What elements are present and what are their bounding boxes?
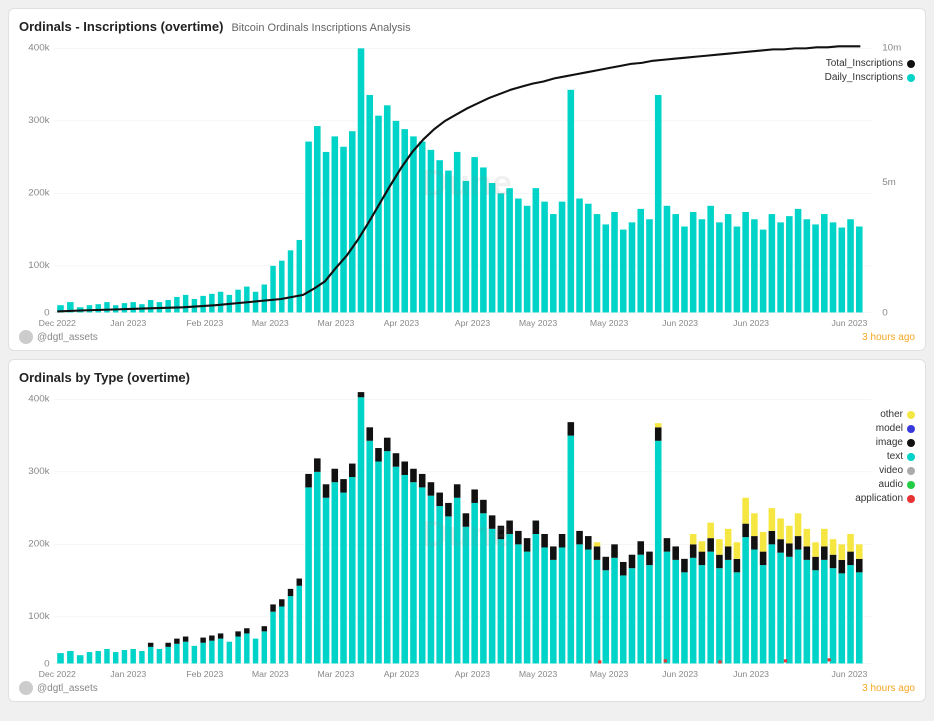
- svg-text:Apr 2023: Apr 2023: [384, 318, 420, 328]
- legend-label-other: other: [880, 409, 903, 420]
- svg-text:May 2023: May 2023: [519, 669, 558, 679]
- chart2-area: Dune other model image text video: [19, 389, 915, 679]
- svg-text:Jan 2023: Jan 2023: [110, 669, 146, 679]
- svg-text:400k: 400k: [28, 43, 50, 54]
- svg-text:Feb 2023: Feb 2023: [186, 318, 223, 328]
- svg-text:Jan 2023: Jan 2023: [110, 318, 146, 328]
- svg-text:Jun 2023: Jun 2023: [831, 318, 867, 328]
- chart1-subtitle: Bitcoin Ordinals Inscriptions Analysis: [231, 22, 410, 34]
- chart1-attribution-text: @dgtl_assets: [37, 332, 98, 343]
- chart1-header: Ordinals - Inscriptions (overtime) Bitco…: [19, 19, 915, 34]
- legend-label-model: model: [876, 423, 903, 434]
- chart1-svg: 400k 300k 200k 100k 0 10m 5m 0: [19, 38, 915, 328]
- legend-dot-video: [907, 467, 915, 475]
- legend-label-video: video: [879, 465, 903, 476]
- svg-text:Dec 2022: Dec 2022: [39, 318, 77, 328]
- legend-item-daily: Daily_Inscriptions: [825, 72, 915, 83]
- chart2-svg: 400k 300k 200k 100k 0: [19, 389, 915, 679]
- svg-text:Jun 2023: Jun 2023: [733, 669, 769, 679]
- svg-text:Apr 2023: Apr 2023: [455, 669, 491, 679]
- legend-label-text: text: [887, 451, 903, 462]
- chart1-time-ago: 3 hours ago: [862, 332, 915, 343]
- svg-text:Mar 2023: Mar 2023: [317, 669, 354, 679]
- chart1-footer: @dgtl_assets 3 hours ago: [19, 330, 915, 344]
- svg-text:0: 0: [44, 308, 49, 319]
- attribution-icon1: [19, 330, 33, 344]
- svg-text:Apr 2023: Apr 2023: [384, 669, 420, 679]
- svg-text:200k: 200k: [28, 188, 50, 199]
- legend-dot-image: [907, 439, 915, 447]
- chart1-title: Ordinals - Inscriptions (overtime): [19, 19, 223, 34]
- legend-label-daily: Daily_Inscriptions: [825, 72, 903, 83]
- chart2-attribution: @dgtl_assets: [19, 681, 98, 695]
- legend-dot-other: [907, 411, 915, 419]
- svg-text:Jun 2023: Jun 2023: [662, 318, 698, 328]
- attribution-icon2: [19, 681, 33, 695]
- chart2-attribution-text: @dgtl_assets: [37, 683, 98, 694]
- svg-text:10m: 10m: [882, 43, 901, 54]
- svg-text:400k: 400k: [28, 394, 50, 405]
- svg-text:Jun 2023: Jun 2023: [831, 669, 867, 679]
- svg-text:Mar 2023: Mar 2023: [317, 318, 354, 328]
- legend-item-application: application: [855, 493, 915, 504]
- legend-label-audio: audio: [879, 479, 903, 490]
- legend-dot-application: [907, 495, 915, 503]
- svg-text:May 2023: May 2023: [590, 669, 629, 679]
- svg-text:200k: 200k: [28, 539, 50, 550]
- legend-dot-model: [907, 425, 915, 433]
- svg-text:0: 0: [882, 308, 887, 319]
- chart2-title: Ordinals by Type (overtime): [19, 370, 190, 385]
- legend-label-total: Total_Inscriptions: [826, 58, 903, 69]
- svg-text:May 2023: May 2023: [590, 318, 629, 328]
- legend-dot-audio: [907, 481, 915, 489]
- chart1-container: Ordinals - Inscriptions (overtime) Bitco…: [8, 8, 926, 351]
- svg-text:Dec 2022: Dec 2022: [39, 669, 77, 679]
- legend-item-total: Total_Inscriptions: [825, 58, 915, 69]
- svg-text:Feb 2023: Feb 2023: [186, 669, 223, 679]
- legend-item-audio: audio: [855, 479, 915, 490]
- svg-text:5m: 5m: [882, 177, 896, 188]
- svg-text:Mar 2023: Mar 2023: [252, 669, 289, 679]
- legend-item-model: model: [855, 423, 915, 434]
- chart1-attribution: @dgtl_assets: [19, 330, 98, 344]
- legend-label-image: image: [876, 437, 903, 448]
- chart2-header: Ordinals by Type (overtime): [19, 370, 915, 385]
- svg-text:Apr 2023: Apr 2023: [455, 318, 491, 328]
- chart1-legend: Total_Inscriptions Daily_Inscriptions: [825, 58, 915, 83]
- legend-dot-text: [907, 453, 915, 461]
- svg-text:Jun 2023: Jun 2023: [733, 318, 769, 328]
- legend-dot-total: [907, 60, 915, 68]
- svg-text:Jun 2023: Jun 2023: [662, 669, 698, 679]
- svg-text:0: 0: [44, 659, 49, 670]
- svg-text:100k: 100k: [28, 611, 50, 622]
- svg-text:May 2023: May 2023: [519, 318, 558, 328]
- svg-text:300k: 300k: [28, 466, 50, 477]
- svg-text:300k: 300k: [28, 115, 50, 126]
- chart2-time-ago: 3 hours ago: [862, 683, 915, 694]
- legend-dot-daily: [907, 74, 915, 82]
- legend-label-application: application: [855, 493, 903, 504]
- chart1-area: Dune Total_Inscriptions Daily_Inscriptio…: [19, 38, 915, 328]
- chart2-footer: @dgtl_assets 3 hours ago: [19, 681, 915, 695]
- chart2-legend: other model image text video audio: [855, 409, 915, 504]
- legend-item-other: other: [855, 409, 915, 420]
- chart2-container: Ordinals by Type (overtime) Dune other m…: [8, 359, 926, 702]
- legend-item-text: text: [855, 451, 915, 462]
- svg-text:100k: 100k: [28, 260, 50, 271]
- legend-item-image: image: [855, 437, 915, 448]
- legend-item-video: video: [855, 465, 915, 476]
- svg-text:Mar 2023: Mar 2023: [252, 318, 289, 328]
